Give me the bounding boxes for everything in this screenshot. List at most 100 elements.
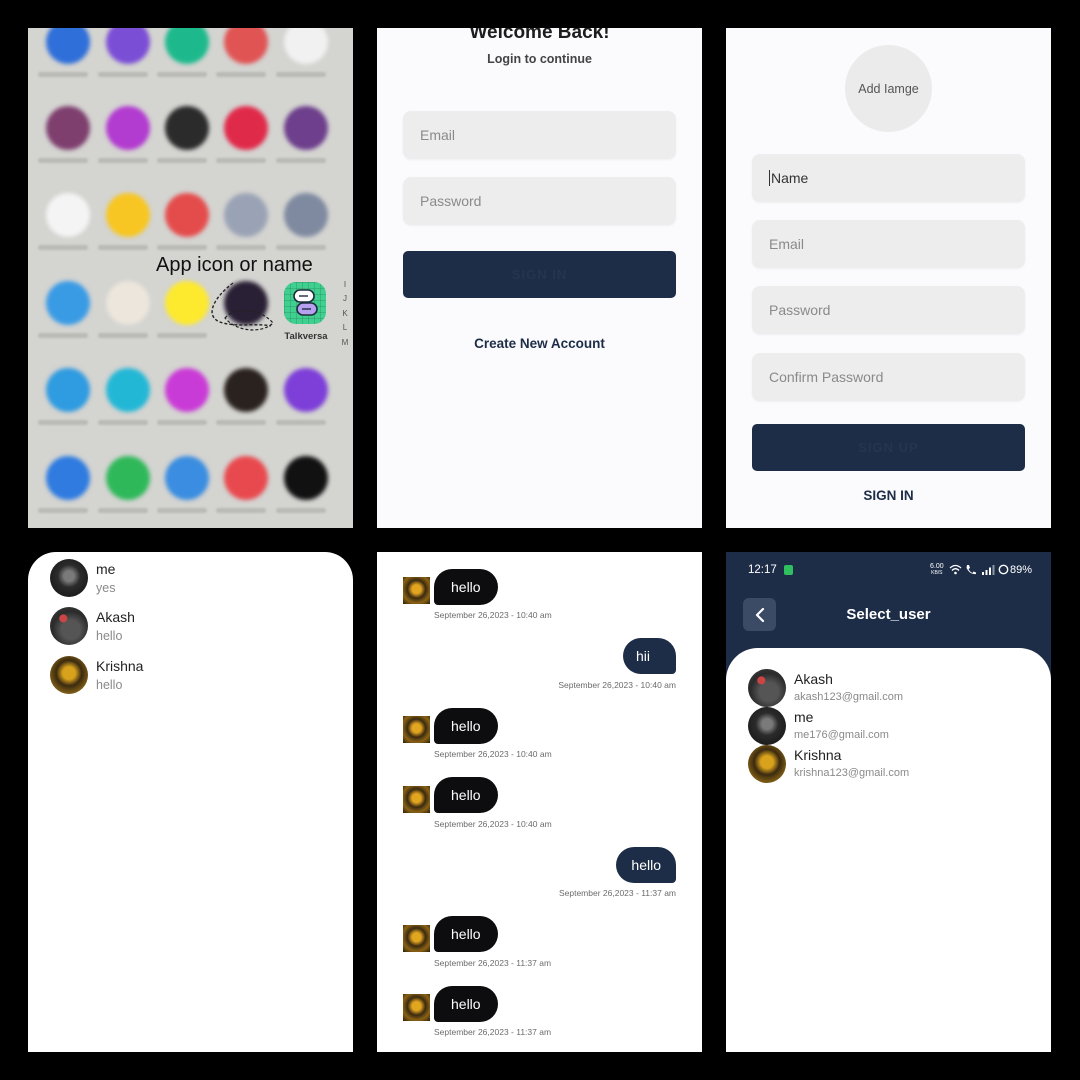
app-label [157, 158, 207, 163]
message-bubble-incoming[interactable]: hello [434, 916, 498, 952]
app-icon[interactable] [224, 368, 268, 412]
confirm-password-field[interactable]: Confirm Password [752, 353, 1025, 401]
app-label [98, 333, 148, 338]
index-letter[interactable]: M [340, 336, 350, 350]
sign-up-button[interactable]: SIGN UP [752, 424, 1025, 471]
app-icon[interactable] [165, 193, 209, 237]
message-timestamp: September 26,2023 - 11:37 am [434, 958, 552, 968]
app-label [38, 420, 88, 425]
app-label [216, 420, 266, 425]
message-timestamp: September 26,2023 - 10:40 am [434, 610, 552, 620]
email-field[interactable]: Email [403, 111, 676, 159]
app-icon[interactable] [284, 193, 328, 237]
message-timestamp: September 26,2023 - 11:37 am [558, 888, 676, 898]
conversation-screen: hello September 26,2023 - 10:40 am hii S… [377, 552, 702, 1052]
create-account-link[interactable]: Create New Account [377, 336, 702, 351]
talkversa-app-icon[interactable] [284, 282, 326, 324]
chat-last-message: yes [96, 581, 116, 595]
app-icon[interactable] [165, 368, 209, 412]
app-icon[interactable] [284, 106, 328, 150]
index-letter[interactable]: I [340, 278, 350, 292]
talkversa-app-label[interactable]: Talkversa [280, 331, 332, 342]
status-bar: 12:17 6.00 KB/S 89% [726, 552, 1051, 590]
chat-list-screen: me yes Akash hello Krishna hello [28, 552, 353, 1052]
avatar [748, 745, 786, 783]
app-icon[interactable] [106, 193, 150, 237]
app-label [276, 420, 326, 425]
app-label [216, 508, 266, 513]
chat-last-message: hello [96, 678, 123, 692]
app-icon[interactable] [224, 193, 268, 237]
network-speed-unit: KB/S [931, 570, 943, 576]
message-bubble-outgoing[interactable]: hii [622, 638, 676, 674]
text-cursor [769, 170, 770, 186]
app-icon[interactable] [106, 281, 150, 325]
app-icon[interactable] [165, 456, 209, 500]
message-bubble-outgoing[interactable]: hello [616, 847, 676, 883]
app-label [98, 158, 148, 163]
password-field[interactable]: Password [752, 286, 1025, 334]
app-label [98, 420, 148, 425]
app-icon[interactable] [106, 456, 150, 500]
name-field[interactable]: Name [752, 154, 1025, 202]
message-bubble-incoming[interactable]: hello [434, 986, 498, 1022]
user-email: me176@gmail.com [794, 729, 889, 741]
sign-in-button[interactable]: SIGN IN [403, 251, 676, 298]
sender-avatar [403, 786, 430, 813]
app-icon[interactable] [165, 28, 209, 64]
app-icon[interactable] [46, 28, 90, 64]
message-timestamp: September 26,2023 - 10:40 am [434, 749, 552, 759]
password-field[interactable]: Password [403, 177, 676, 225]
hint-arrow-icon [211, 282, 274, 331]
message-bubble-incoming[interactable]: hello [434, 777, 498, 813]
confirm-password-placeholder: Confirm Password [769, 369, 884, 385]
app-label [276, 508, 326, 513]
add-image-button[interactable]: Add Iamge [845, 45, 932, 132]
app-icon[interactable] [284, 368, 328, 412]
message-bubble-incoming[interactable]: hello [434, 708, 498, 744]
index-letter[interactable]: L [340, 321, 350, 335]
app-label [276, 245, 326, 250]
app-icon[interactable] [284, 28, 328, 64]
chat-name: me [96, 561, 116, 577]
app-icon[interactable] [224, 28, 268, 64]
user-name: Krishna [794, 747, 842, 763]
user-name: me [794, 709, 814, 725]
app-icon[interactable] [106, 368, 150, 412]
status-time: 12:17 [748, 564, 777, 576]
app-icon[interactable] [106, 106, 150, 150]
password-placeholder: Password [420, 193, 482, 209]
index-letters[interactable]: I J K L M [340, 148, 350, 350]
message-bubble-incoming[interactable]: hello [434, 569, 498, 605]
email-field[interactable]: Email [752, 220, 1025, 268]
index-letter[interactable]: K [340, 307, 350, 321]
index-letter[interactable]: J [340, 292, 350, 306]
message-timestamp: September 26,2023 - 10:40 am [558, 680, 676, 690]
app-icon[interactable] [165, 106, 209, 150]
app-icon[interactable] [46, 193, 90, 237]
app-label [216, 245, 266, 250]
avatar [748, 669, 786, 707]
app-label [157, 420, 207, 425]
hint-text: App icon or name [156, 254, 313, 276]
signal-icon [982, 565, 995, 575]
app-icon[interactable] [224, 106, 268, 150]
app-icon[interactable] [46, 106, 90, 150]
app-icon[interactable] [46, 281, 90, 325]
message-timestamp: September 26,2023 - 11:37 am [434, 1027, 552, 1037]
app-label [276, 158, 326, 163]
sign-in-link[interactable]: SIGN IN [726, 488, 1051, 503]
email-placeholder: Email [420, 127, 456, 143]
app-icon[interactable] [284, 456, 328, 500]
app-icon[interactable] [46, 456, 90, 500]
app-icon[interactable] [46, 368, 90, 412]
app-icon[interactable] [224, 456, 268, 500]
sender-avatar [403, 925, 430, 952]
sign-in-button-label: SIGN IN [511, 267, 568, 282]
login-title: Welcome Back! [469, 28, 610, 43]
chat-last-message: hello [96, 629, 123, 643]
sender-avatar [403, 577, 430, 604]
app-icon[interactable] [106, 28, 150, 64]
select-user-screen: 12:17 6.00 KB/S 89% Select_user Akash ak… [726, 552, 1051, 1052]
app-label [98, 72, 148, 77]
